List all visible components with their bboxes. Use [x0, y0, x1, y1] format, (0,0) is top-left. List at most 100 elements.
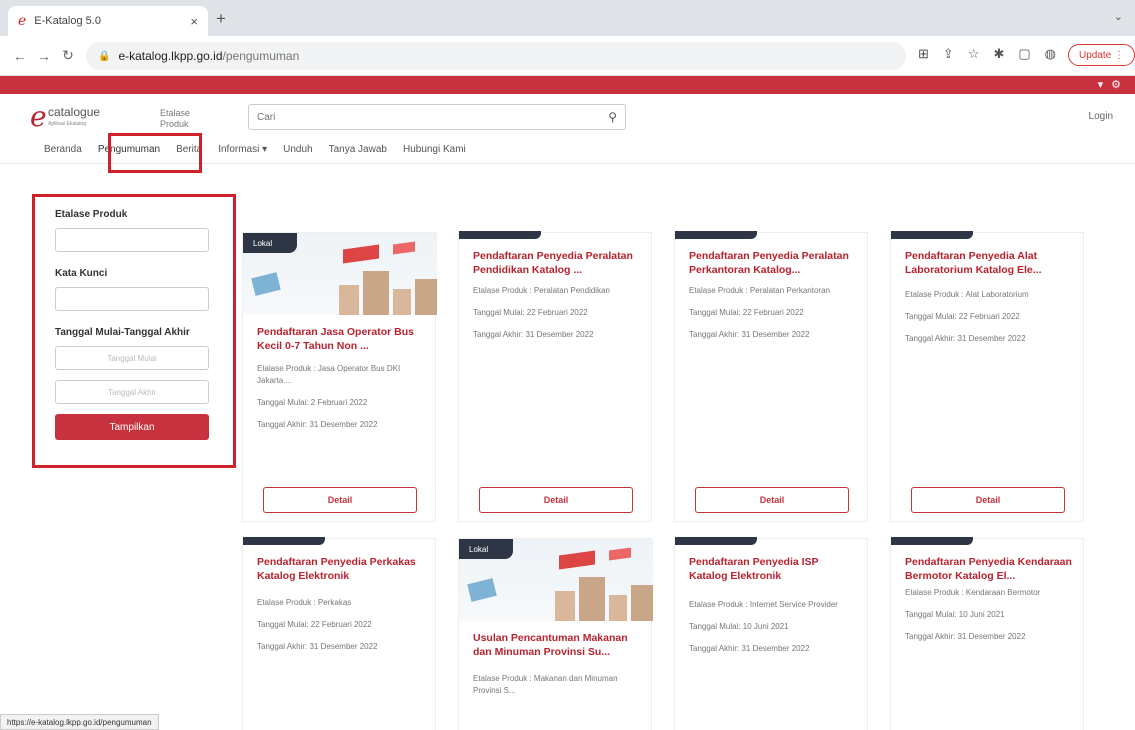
update-label: Update	[1079, 49, 1112, 61]
card-tanggal-mulai: Tanggal Mulai: 10 Juni 2021	[905, 610, 1005, 619]
card-etalase: Etalase Produk : Peralatan Perkantoran	[689, 286, 830, 295]
kata-kunci-label: Kata Kunci	[55, 268, 108, 279]
announcement-card: Lokal Usulan Pencantuman Makanan dan Min…	[458, 538, 653, 730]
browser-toolbar: ← → ↻ 🔒 e-katalog.lkpp.go.id /pengumuman…	[0, 36, 1135, 76]
bookmark-star-icon[interactable]: ☆	[968, 46, 980, 62]
new-tab-icon[interactable]: +	[216, 9, 226, 29]
card-title[interactable]: Pendaftaran Penyedia Alat Laboratorium K…	[905, 249, 1073, 277]
share-icon[interactable]: ⇪	[943, 46, 954, 62]
card-etalase: Etalase Produk : Internet Service Provid…	[689, 600, 838, 609]
browser-tab-title: E-Katalog 5.0	[34, 15, 101, 27]
logo-e-icon: e	[30, 100, 47, 133]
announcement-card: Pendaftaran Penyedia Perkakas Katalog El…	[242, 537, 436, 730]
search-icon[interactable]: ⚲	[608, 110, 617, 124]
update-button[interactable]: Update ⋮	[1068, 44, 1135, 66]
card-title[interactable]: Pendaftaran Penyedia Perkakas Katalog El…	[257, 555, 425, 583]
translate-icon[interactable]: ⊞	[918, 46, 929, 62]
chevron-down-icon[interactable]: ⌄	[1114, 10, 1123, 23]
detail-button[interactable]: Detail	[263, 487, 417, 513]
card-title[interactable]: Pendaftaran Penyedia Kendaraan Bermotor …	[905, 555, 1073, 583]
browser-tab-bar: e E-Katalog 5.0 × + ⌄	[0, 0, 1135, 36]
card-tanggal-mulai: Tanggal Mulai: 2 Februari 2022	[257, 398, 368, 407]
kata-kunci-input[interactable]	[55, 287, 209, 311]
announcement-card: Pendaftaran Penyedia Peralatan Perkantor…	[674, 231, 868, 522]
browser-tab[interactable]: e E-Katalog 5.0 ×	[8, 6, 208, 36]
detail-button[interactable]: Detail	[911, 487, 1065, 513]
etalase-produk-link[interactable]: Etalase Produk	[160, 108, 200, 130]
card-etalase: Etalase Produk : Peralatan Pendidikan	[473, 286, 610, 295]
card-banner-image: Lokal	[459, 539, 653, 621]
card-tab	[891, 537, 973, 545]
card-etalase: Etalase Produk : Kendaraan Bermotor	[905, 588, 1041, 597]
detail-button[interactable]: Detail	[479, 487, 633, 513]
card-tanggal-akhir: Tanggal Akhir: 31 Desember 2022	[905, 632, 1026, 641]
forward-arrow-icon[interactable]: →	[34, 48, 54, 64]
card-tanggal-mulai: Tanggal Mulai: 10 Juni 2021	[689, 622, 789, 631]
card-title[interactable]: Pendaftaran Jasa Operator Bus Kecil 0-7 …	[257, 325, 425, 353]
url-host: e-katalog.lkpp.go.id	[118, 49, 223, 63]
close-tab-icon[interactable]: ×	[190, 14, 198, 29]
highlight-box-nav	[108, 133, 202, 173]
announcement-card: Pendaftaran Penyedia Kendaraan Bermotor …	[890, 537, 1084, 730]
card-tanggal-akhir: Tanggal Akhir: 31 Desember 2022	[473, 330, 594, 339]
card-title[interactable]: Pendaftaran Penyedia ISP Katalog Elektro…	[689, 555, 857, 583]
lock-icon: 🔒	[98, 50, 111, 62]
etalase-produk-label: Etalase Produk	[55, 209, 128, 220]
card-title[interactable]: Pendaftaran Penyedia Peralatan Pendidika…	[473, 249, 641, 277]
sidebar-icon[interactable]: ▢	[1018, 46, 1030, 62]
card-etalase: Etalase Produk : Perkakas	[257, 598, 352, 607]
tanggal-mulai-input[interactable]: Tanggal Mulai	[55, 346, 209, 370]
logo-tagline: Aplikasi Ekatalog	[48, 121, 87, 127]
card-tanggal-akhir: Tanggal Akhir: 31 Desember 2022	[689, 330, 810, 339]
reload-icon[interactable]: ↻	[58, 47, 78, 64]
card-tab	[243, 537, 325, 545]
back-arrow-icon[interactable]: ←	[10, 48, 30, 64]
nav-hubungi-kami[interactable]: Hubungi Kami	[403, 144, 466, 155]
login-link[interactable]: Login	[1089, 111, 1113, 122]
search-input[interactable]	[257, 111, 609, 123]
announcement-card: Pendaftaran Penyedia ISP Katalog Elektro…	[674, 537, 868, 730]
nav-unduh[interactable]: Unduh	[283, 144, 312, 155]
ekatalog-favicon-icon: e	[18, 13, 27, 29]
site-header: e catalogue Aplikasi Ekatalog Etalase Pr…	[0, 94, 1135, 136]
address-bar[interactable]: 🔒 e-katalog.lkpp.go.id /pengumuman	[86, 42, 906, 70]
nav-beranda[interactable]: Beranda	[44, 144, 82, 155]
extension-icons: ⊞ ⇪ ☆ ✱ ▢ ◍	[918, 46, 1056, 62]
tanggal-label: Tanggal Mulai-Tanggal Akhir	[55, 327, 190, 338]
announcement-card: Pendaftaran Penyedia Peralatan Pendidika…	[458, 231, 652, 522]
card-etalase: Etalase Produk : Jasa Operator Bus DKI J…	[257, 364, 401, 385]
card-tanggal-mulai: Tanggal Mulai: 22 Februari 2022	[905, 312, 1020, 321]
tampilkan-button[interactable]: Tampilkan	[55, 414, 209, 440]
logo-wordmark: catalogue	[48, 105, 101, 119]
profile-icon[interactable]: ◍	[1045, 46, 1056, 62]
extensions-puzzle-icon[interactable]: ✱	[993, 46, 1004, 62]
card-tanggal-akhir: Tanggal Akhir: 31 Desember 2022	[905, 334, 1026, 343]
announcement-card: Lokal Pendaftaran Jasa Operator Bus Keci…	[242, 232, 437, 522]
detail-button[interactable]: Detail	[695, 487, 849, 513]
card-title[interactable]: Pendaftaran Penyedia Peralatan Perkantor…	[689, 249, 857, 277]
nav-tanya-jawab[interactable]: Tanya Jawab	[329, 144, 387, 155]
filter-panel: Etalase Produk Kata Kunci Tanggal Mulai-…	[32, 194, 236, 468]
settings-icon[interactable]: ⚙	[1111, 78, 1121, 91]
card-title[interactable]: Usulan Pencantuman Makanan dan Minuman P…	[473, 631, 641, 659]
card-tanggal-akhir: Tanggal Akhir: 31 Desember 2022	[257, 420, 378, 429]
lokal-badge: Lokal	[243, 233, 297, 253]
browser-status-bar: https://e-katalog.lkpp.go.id/pengumuman	[0, 714, 159, 730]
announcement-card: Pendaftaran Penyedia Alat Laboratorium K…	[890, 231, 1084, 522]
card-tanggal-mulai: Tanggal Mulai: 22 Februari 2022	[257, 620, 372, 629]
card-tanggal-akhir: Tanggal Akhir: 31 Desember 2022	[257, 642, 378, 651]
card-tanggal-mulai: Tanggal Mulai: 22 Februari 2022	[473, 308, 588, 317]
tanggal-akhir-input[interactable]: Tanggal Akhir	[55, 380, 209, 404]
card-etalase: Etalase Produk : Alat Laboratorium	[905, 290, 1029, 299]
search-box: ⚲	[248, 104, 626, 130]
site-top-band: ▾ ⚙	[0, 76, 1135, 94]
card-tab	[675, 537, 757, 545]
card-tab	[675, 231, 757, 239]
ekatalog-logo[interactable]: e catalogue Aplikasi Ekatalog	[30, 100, 100, 133]
etalase-produk-input[interactable]	[55, 228, 209, 252]
card-tanggal-mulai: Tanggal Mulai: 22 Februari 2022	[689, 308, 804, 317]
nav-informasi[interactable]: Informasi ▾	[218, 144, 267, 155]
card-tanggal-akhir: Tanggal Akhir: 31 Desember 2022	[689, 644, 810, 653]
card-tab	[891, 231, 973, 239]
url-path: /pengumuman	[222, 49, 300, 63]
